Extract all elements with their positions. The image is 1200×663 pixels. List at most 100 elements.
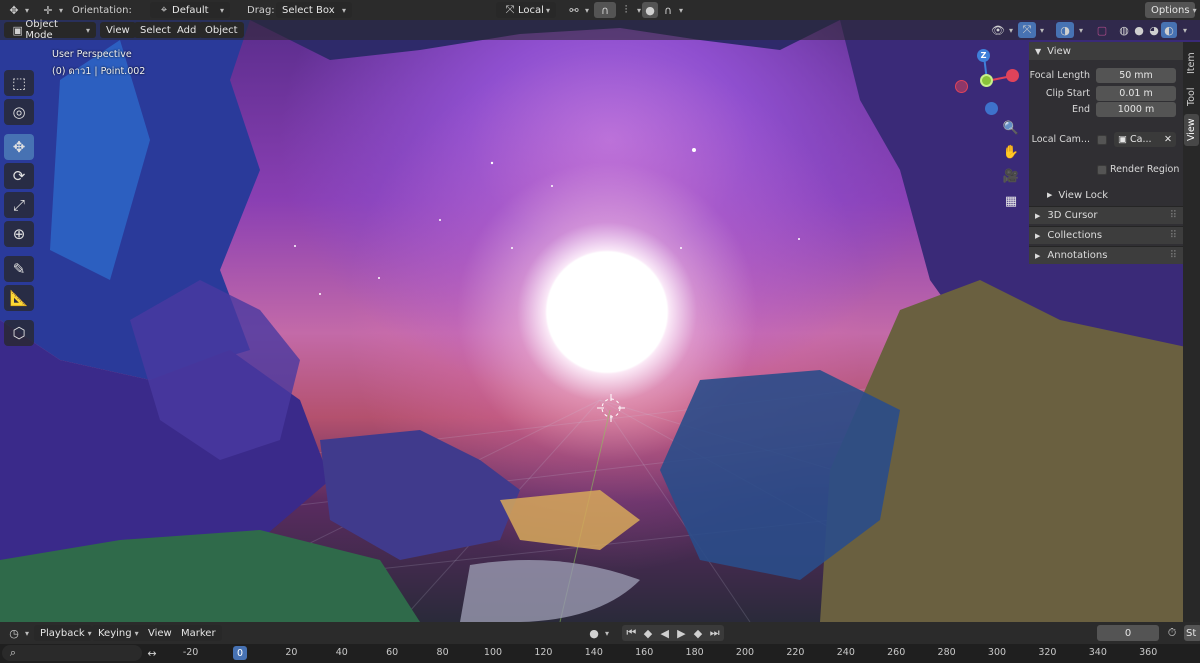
marker-menu[interactable]: Marker [175,625,222,641]
shading-dropdown[interactable]: ▾ [1180,22,1187,38]
shading-wireframe[interactable]: ◍ [1116,22,1132,38]
shading-material[interactable]: ◕ [1146,22,1162,38]
gizmo-neg-x-axis[interactable] [955,80,968,93]
gizmo-neg-z-axis[interactable] [985,102,998,115]
chevron-right-icon: ▶ [1035,231,1041,240]
zoom-icon[interactable]: 🔍 [1002,119,1020,137]
menu-add[interactable]: Add [171,22,203,38]
gizmo-y-axis[interactable] [980,74,993,87]
view-perspective-label: User Perspective [52,49,132,60]
timeline-editor-type[interactable]: ◷ ▾ [6,625,29,641]
shading-rendered[interactable]: ◐ [1161,22,1177,38]
panel-3d-cursor[interactable]: ▶ 3D Cursor ⠿ [1029,206,1183,224]
clear-icon[interactable]: ✕ [1164,134,1172,145]
play-reverse-icon[interactable]: ◀ [657,625,672,641]
active-object-info: (0) ดาว1 | Point.002 [52,66,146,77]
overlays-toggle[interactable]: ◑ [1056,22,1074,38]
jump-start-icon[interactable]: ⏮ [624,625,639,641]
current-frame-field[interactable]: 0 [1097,625,1159,641]
falloff-curve-icon: ∩ [663,3,673,17]
drag-handle-icon[interactable]: ⠿ [1170,230,1177,241]
visibility-dropdown[interactable]: 👁 ▾ [990,22,1013,38]
gizmo-z-axis[interactable]: Z [977,49,990,62]
drag-dropdown[interactable]: Select Box ▾ [276,2,352,18]
pan-hand-icon[interactable]: ✋ [1002,143,1020,161]
render-region-checkbox[interactable] [1097,165,1107,175]
options-dropdown[interactable]: Options ▾ [1145,2,1197,18]
keying-menu[interactable]: Keying ▾ [92,625,146,641]
move-tool[interactable]: ✥ [4,134,34,160]
drag-handle-icon[interactable]: ⠿ [1170,250,1177,261]
keyframe-record-toggle[interactable]: ● ▾ [586,625,609,641]
scale-tool[interactable]: ⤢ [4,192,34,218]
horizontal-scroll-icon[interactable]: ↔ [144,645,160,661]
circle-dot-icon: ● [645,3,655,17]
cursor-tool[interactable]: ◎ [4,99,34,125]
select-box-tool[interactable]: ⬚ [4,70,34,96]
snap-toggle[interactable]: ⚯ ▾ [566,2,589,18]
menu-view[interactable]: View [100,22,136,38]
jump-end-icon[interactable]: ⏭ [707,625,722,641]
prev-keyframe-icon[interactable]: ◆ [641,625,656,641]
chevron-down-icon: ▼ [1035,46,1042,56]
playback-menu[interactable]: Playback ▾ [34,625,92,641]
overlays-dropdown[interactable]: ▾ [1076,22,1083,38]
falloff-dropdown[interactable]: ∩ ▾ [660,2,683,18]
clip-start-field[interactable]: 0.01 m [1096,86,1176,101]
shading-solid[interactable]: ● [1131,22,1147,38]
focal-length-field[interactable]: 50 mm [1096,68,1176,83]
perspective-grid-icon[interactable]: ▦ [1002,192,1020,210]
panel-collections[interactable]: ▶ Collections ⠿ [1029,226,1183,244]
3d-viewport[interactable]: User Perspective (0) ดาว1 | Point.002 ⬚ … [0,20,1200,622]
3d-cursor-label: 3D Cursor [1047,210,1098,221]
current-frame-marker[interactable]: 0 [233,646,248,660]
frame-tick-label: 120 [534,647,553,658]
drag-handle-icon[interactable]: ⠿ [1170,210,1177,221]
transform-icon: ⊕ [12,225,26,243]
timeline-view-menu[interactable]: View [142,625,178,641]
chevron-down-icon: ▾ [1192,5,1197,15]
tab-view[interactable]: View [1184,114,1199,146]
stopwatch-icon[interactable]: ⏱ [1164,625,1180,641]
drag-value: Select Box [282,4,335,16]
tab-tool[interactable]: Tool [1184,82,1199,112]
snap-target[interactable]: ⫶ ▾ [618,2,641,18]
gizmo-toggle[interactable]: ⤧ [1018,22,1036,38]
timeline-search-input[interactable]: ⌕ [2,645,142,661]
frame-tick-label: 340 [1088,647,1107,658]
object-mode-dropdown[interactable]: ▣ Object Mode ▾ [4,19,96,41]
editor-type-icon[interactable]: ✥ ▾ [6,2,29,18]
pivot-dropdown[interactable]: ⤧ Local ▾ [496,2,556,18]
frame-tick-label: 40 [335,647,348,658]
keying-label: Keying [98,627,132,639]
frame-tick-label: -20 [182,647,199,658]
add-cube-tool[interactable]: ⬡ [4,320,34,346]
start-frame-field[interactable]: St [1184,625,1200,641]
local-camera-label: Local Cam... [1031,134,1090,145]
gizmo-x-axis[interactable] [1006,69,1019,82]
snap-button[interactable]: ∩ [594,2,616,18]
orientation-dropdown[interactable]: ⌖ Default ▾ [150,2,230,18]
ruler-icon: 📐 [9,289,29,307]
xray-toggle[interactable]: ▢ [1094,22,1110,38]
panel-view-header[interactable]: ▼ View [1029,42,1183,60]
tab-item[interactable]: Item [1184,46,1199,80]
annotate-tool[interactable]: ✎ [4,256,34,282]
clip-end-field[interactable]: 1000 m [1096,102,1176,117]
local-camera-checkbox[interactable] [1097,135,1107,145]
gizmo-dropdown[interactable]: ▾ [1037,22,1044,38]
frame-tick-label: 220 [786,647,805,658]
local-camera-field[interactable]: ▣ Ca... ✕ [1114,132,1176,147]
panel-view-lock[interactable]: ▶ View Lock [1029,186,1183,204]
next-keyframe-icon[interactable]: ◆ [691,625,706,641]
panel-annotations[interactable]: ▶ Annotations ⠿ [1029,246,1183,264]
proportional-edit-button[interactable]: ● [642,2,658,18]
transform-tool[interactable]: ⊕ [4,221,34,247]
transform-gizmo-icon[interactable]: ✛ ▾ [40,2,63,18]
rotate-tool[interactable]: ⟳ [4,163,34,189]
play-icon[interactable]: ▶ [674,625,689,641]
measure-tool[interactable]: 📐 [4,285,34,311]
timeline-header: ◷ ▾ Playback ▾ Keying ▾ View Marker ● ▾ ⏮ … [0,622,1200,644]
menu-object[interactable]: Object [199,22,244,38]
camera-view-icon[interactable]: 🎥 [1002,167,1020,185]
